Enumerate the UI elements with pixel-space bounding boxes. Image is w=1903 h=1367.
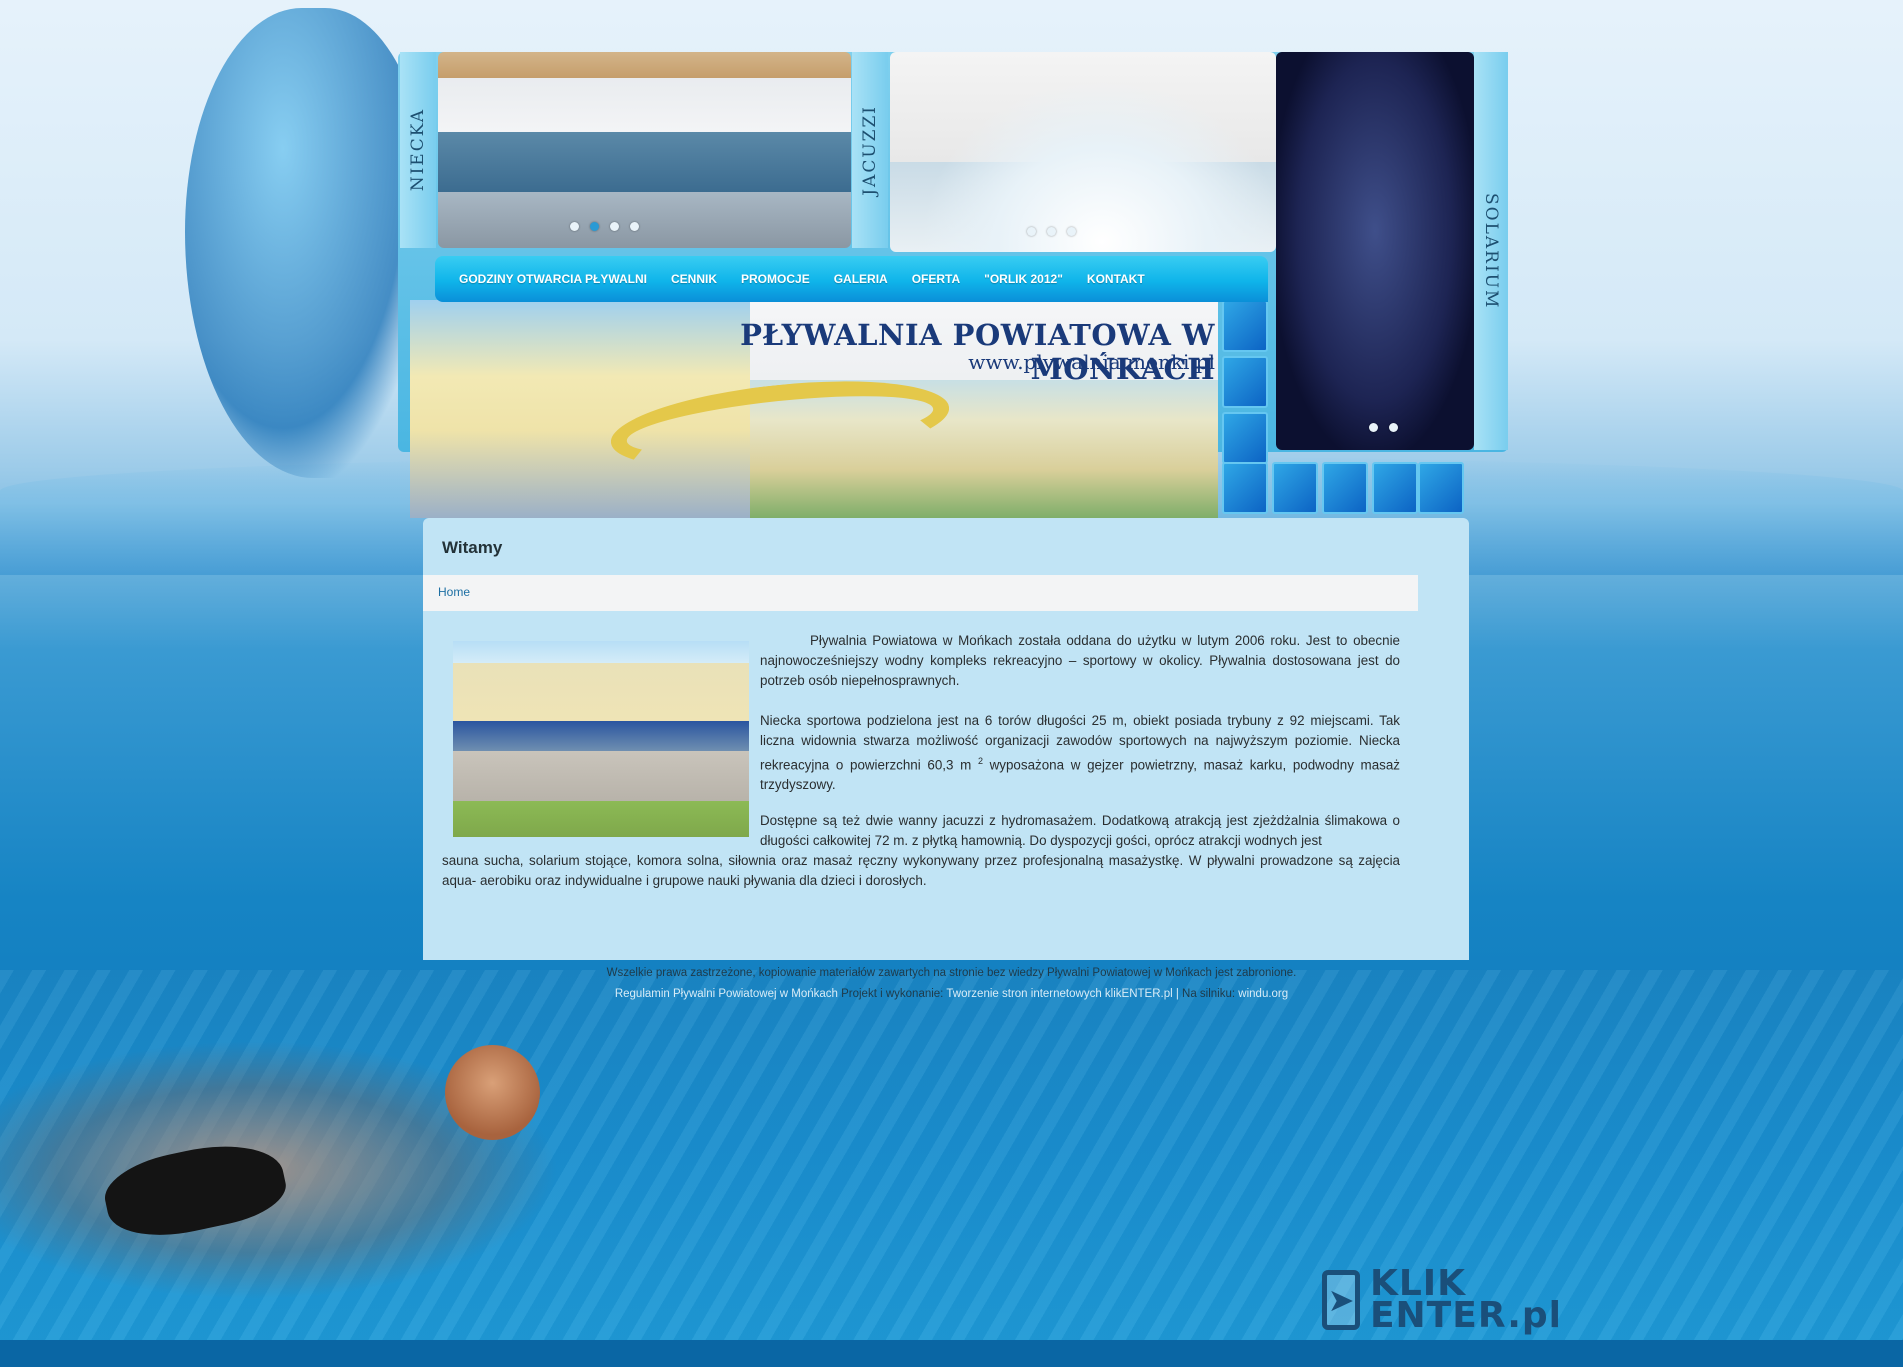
regulamin-link[interactable]: Regulamin Pływalni Powiatowej w Mońkach xyxy=(615,988,838,1000)
paragraph-pool: Niecka sportowa podzielona jest na 6 tor… xyxy=(760,711,1400,795)
slider-dot[interactable] xyxy=(1067,227,1076,236)
tile xyxy=(1372,462,1418,514)
tab-solarium[interactable]: SOLARIUM xyxy=(1474,52,1508,450)
building-photo xyxy=(453,641,749,837)
klikenter-logo[interactable]: ➤ KLIK ENTER.pl xyxy=(1322,1262,1562,1337)
nav-item-cennik[interactable]: CENNIK xyxy=(659,272,729,286)
logo-line-2: ENTER.pl xyxy=(1369,1294,1562,1336)
windu-link[interactable]: windu.org xyxy=(1238,988,1288,1000)
tab-jacuzzi[interactable]: JACUZZI xyxy=(852,52,888,248)
nav-item-kontakt[interactable]: KONTAKT xyxy=(1075,272,1157,286)
slider-dot[interactable] xyxy=(1047,227,1056,236)
slider-dot[interactable] xyxy=(1027,227,1036,236)
engine-label: Na silniku: xyxy=(1182,988,1236,1000)
jacuzzi-slider-dots xyxy=(1027,227,1076,236)
tile xyxy=(1222,300,1268,352)
klikenter-link[interactable]: Tworzenie stron internetowych klikENTER.… xyxy=(946,988,1172,1000)
cursor-icon: ➤ xyxy=(1322,1269,1360,1330)
jacuzzi-slider[interactable] xyxy=(890,52,1276,252)
tile xyxy=(1222,462,1268,514)
breadcrumb xyxy=(423,575,1418,611)
slider-dot[interactable] xyxy=(570,222,579,231)
tile xyxy=(1272,462,1318,514)
solarium-label: SOLARIUM xyxy=(1481,192,1501,310)
klikenter-logo-text: KLIK ENTER.pl xyxy=(1369,1265,1562,1336)
projekt-label: Projekt i wykonanie: xyxy=(841,988,944,1000)
niecka-label: NIECKA xyxy=(408,108,428,192)
pool-slider[interactable] xyxy=(438,52,851,248)
tile xyxy=(1222,356,1268,408)
pool-slider-dots xyxy=(570,222,639,231)
main-nav: GODZINY OTWARCIA PŁYWALNI CENNIK PROMOCJ… xyxy=(435,256,1268,302)
footer-separator: | xyxy=(1172,988,1183,1000)
tile xyxy=(1418,462,1464,514)
nav-item-godziny[interactable]: GODZINY OTWARCIA PŁYWALNI xyxy=(447,272,659,286)
nav-item-oferta[interactable]: OFERTA xyxy=(900,272,972,286)
slider-dot-active[interactable] xyxy=(590,222,599,231)
slider-dot[interactable] xyxy=(630,222,639,231)
footer-links: Regulamin Pływalni Powiatowej w Mońkach … xyxy=(0,988,1903,1000)
breadcrumb-home-link[interactable]: Home xyxy=(438,585,470,599)
jacuzzi-label: JACUZZI xyxy=(860,104,880,196)
water-splash-decoration xyxy=(185,8,430,478)
paragraph-intro: Pływalnia Powiatowa w Mońkach została od… xyxy=(760,633,1400,688)
paragraph-attractions: Dostępne są też dwie wanny jacuzzi z hyd… xyxy=(760,813,1400,848)
tab-niecka[interactable]: NIECKA xyxy=(400,52,436,248)
page-title: Witamy xyxy=(442,538,503,557)
nav-item-promocje[interactable]: PROMOCJE xyxy=(729,272,822,286)
slider-dot[interactable] xyxy=(610,222,619,231)
nav-item-orlik[interactable]: "ORLIK 2012" xyxy=(972,272,1075,286)
tile xyxy=(1222,412,1268,464)
footer-copyright: Wszelkie prawa zastrzeżone, kopiowanie m… xyxy=(606,967,1297,979)
nav-item-galeria[interactable]: GALERIA xyxy=(822,272,900,286)
paragraph-attractions-continued: sauna sucha, solarium stojące, komora so… xyxy=(442,853,1400,888)
site-url: www.plywalnia.monki.pl xyxy=(968,350,1215,374)
swimmer-head xyxy=(445,1045,540,1140)
tile xyxy=(1322,462,1368,514)
